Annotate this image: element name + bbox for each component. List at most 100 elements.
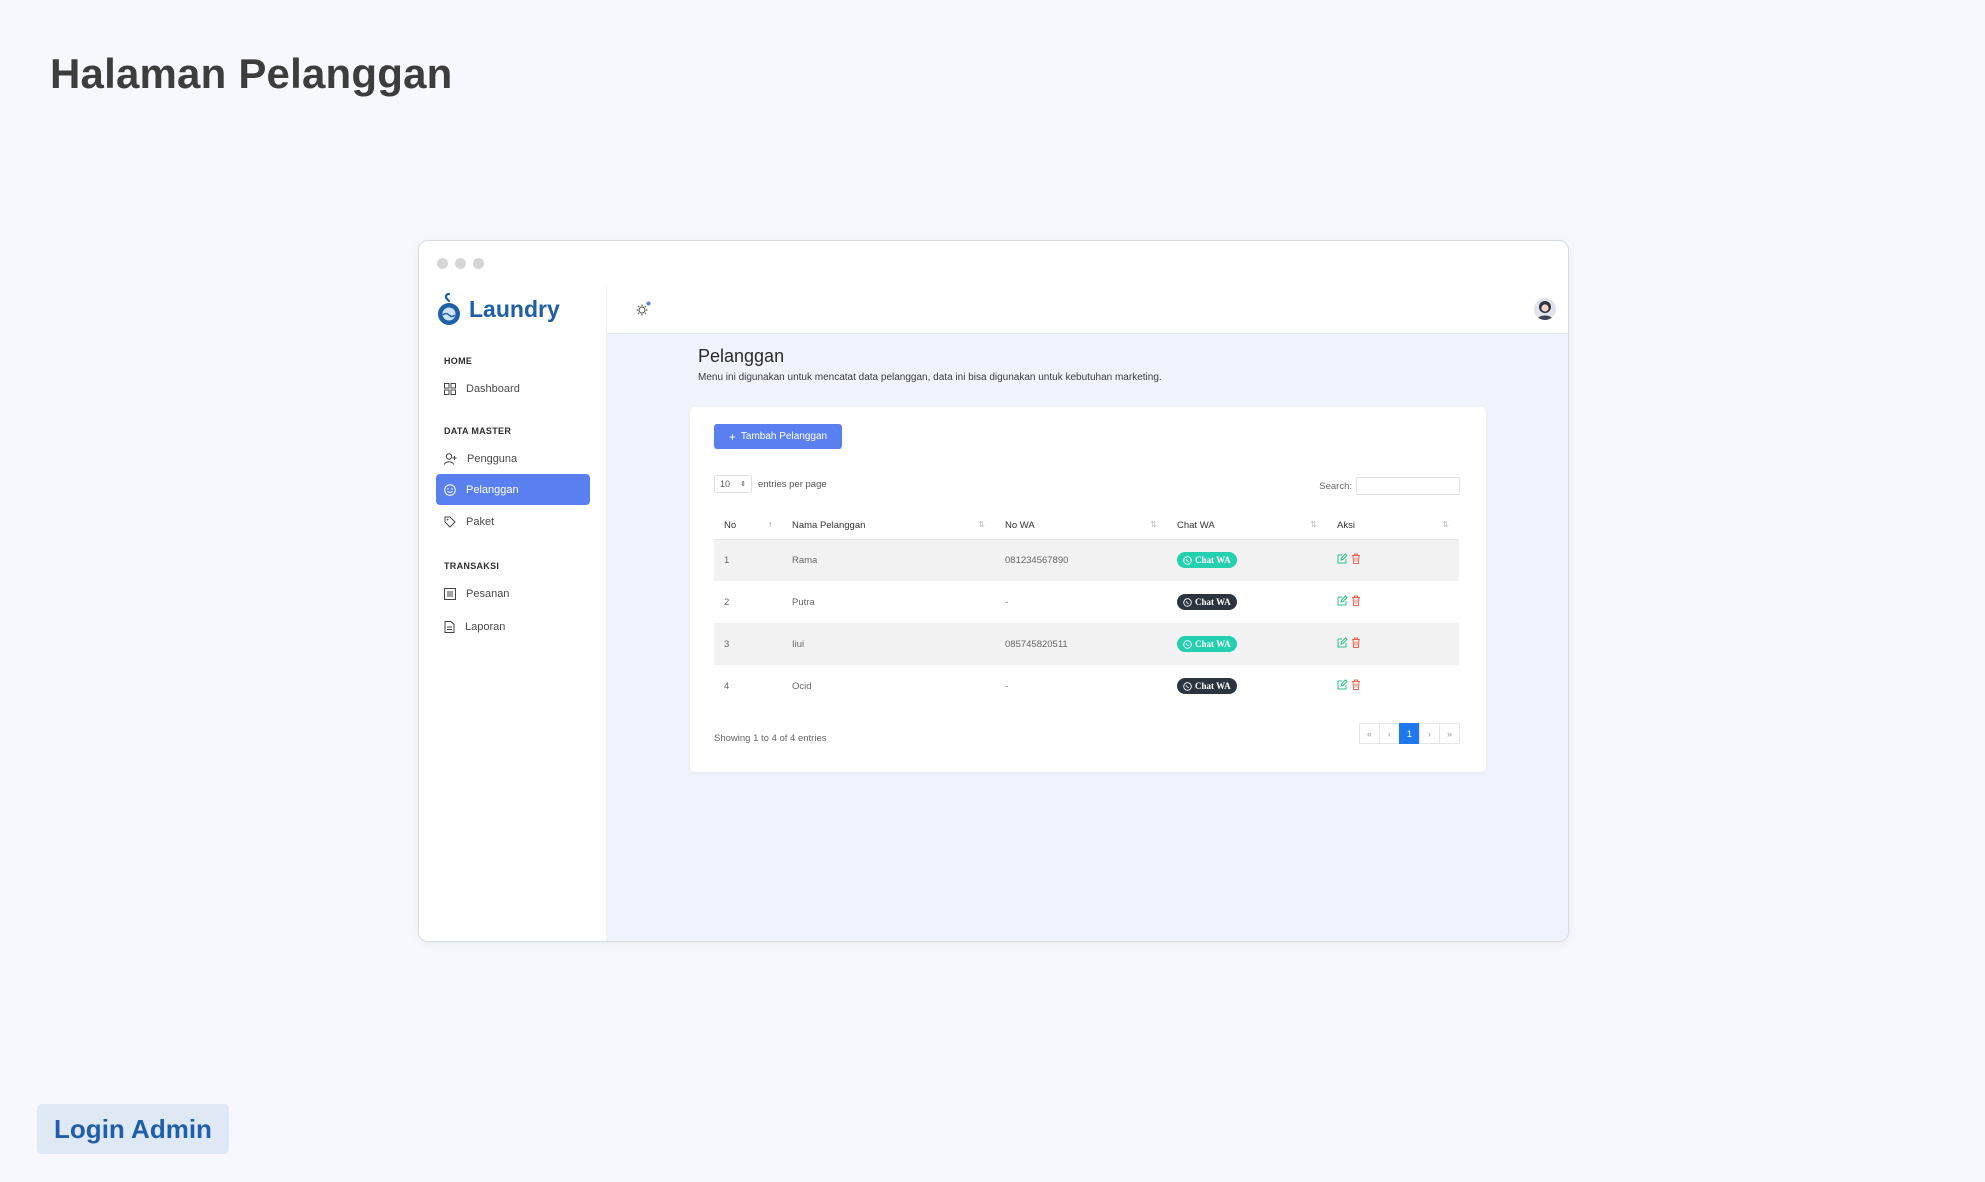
list-icon xyxy=(444,587,456,600)
topbar xyxy=(607,286,1568,334)
table-row: 3 Iiui 085745820511 Chat WA xyxy=(714,623,1459,665)
content-description: Menu ini digunakan untuk mencatat data p… xyxy=(698,372,1162,383)
customer-table-card: + Tambah Pelanggan 10 ⇕ entries per page… xyxy=(690,407,1486,772)
dashboard-grid-icon xyxy=(444,382,456,395)
sidebar-item-laporan[interactable]: Laporan xyxy=(436,611,590,642)
cell-no: 1 xyxy=(714,539,782,581)
sort-icon: ⇅ xyxy=(978,520,985,529)
window-minimize-dot[interactable] xyxy=(455,258,466,269)
pagination: « ‹ 1 › » xyxy=(1359,723,1460,744)
user-avatar[interactable] xyxy=(1534,298,1556,320)
sidebar: Laundry HOME Dashboard DATA MASTER Pengg… xyxy=(419,286,607,941)
laundry-logo-icon xyxy=(438,292,460,325)
content-title: Pelanggan xyxy=(698,346,785,366)
delete-trash-icon[interactable] xyxy=(1351,679,1361,690)
cell-name: Putra xyxy=(792,596,815,608)
entries-per-page-select[interactable]: 10 ⇕ xyxy=(714,475,752,493)
pagination-next[interactable]: › xyxy=(1419,723,1440,744)
column-header-no-wa[interactable]: No WA ⇅ xyxy=(995,512,1167,540)
cell-no: 2 xyxy=(724,596,730,608)
edit-icon[interactable] xyxy=(1337,553,1348,564)
sidebar-item-label: Dashboard xyxy=(466,382,520,395)
cell-name: Iiui xyxy=(782,623,995,665)
sidebar-item-label: Pengguna xyxy=(467,452,518,465)
login-admin-badge: Login Admin xyxy=(37,1104,229,1154)
delete-trash-icon[interactable] xyxy=(1351,595,1361,606)
sidebar-item-label: Pelanggan xyxy=(466,483,519,496)
search-label: Search: xyxy=(1319,480,1352,492)
cell-wa: 085745820511 xyxy=(995,623,1167,665)
sort-icon: ⇅ xyxy=(1150,520,1157,529)
window-close-dot[interactable] xyxy=(437,258,448,269)
delete-trash-icon[interactable] xyxy=(1351,637,1361,648)
main-content: Pelanggan Menu ini digunakan untuk menca… xyxy=(607,286,1568,941)
cell-no: 4 xyxy=(724,680,730,692)
add-customer-label: Tambah Pelanggan xyxy=(740,431,828,442)
browser-window: Laundry HOME Dashboard DATA MASTER Pengg… xyxy=(418,240,1569,942)
entries-select-value: 10 xyxy=(720,479,731,489)
cell-no: 3 xyxy=(714,623,782,665)
logo-text: Laundry xyxy=(469,295,560,322)
add-customer-button[interactable]: + Tambah Pelanggan xyxy=(714,424,842,449)
table-header-row: No ↑ Nama Pelanggan ⇅ No WA ⇅ Chat WA ⇅ Aksi… xyxy=(714,512,1459,540)
chat-wa-button[interactable]: Chat WA xyxy=(1177,636,1237,652)
customer-table: No ↑ Nama Pelanggan ⇅ No WA ⇅ Chat WA ⇅ Aksi… xyxy=(714,512,1459,707)
sidebar-item-pengguna[interactable]: Pengguna xyxy=(436,443,590,474)
window-maximize-dot[interactable] xyxy=(473,258,484,269)
sidebar-item-label: Pesanan xyxy=(466,587,510,600)
settings-gear-icon[interactable] xyxy=(635,301,651,317)
whatsapp-icon xyxy=(1183,556,1192,565)
search-control: Search: xyxy=(1319,477,1460,495)
sort-icon: ⇅ xyxy=(1442,520,1449,529)
whatsapp-icon xyxy=(1183,681,1192,691)
sidebar-item-label: Paket xyxy=(466,515,495,528)
edit-icon[interactable] xyxy=(1337,595,1348,606)
sidebar-item-pesanan[interactable]: Pesanan xyxy=(436,578,590,609)
table-row: 2 Putra - Chat WA xyxy=(714,581,1459,623)
pagination-last[interactable]: » xyxy=(1439,723,1460,744)
nav-section-transaksi: TRANSAKSI xyxy=(444,561,500,571)
smile-icon xyxy=(444,483,456,496)
cell-actions xyxy=(1327,581,1459,623)
cell-actions xyxy=(1327,539,1459,581)
edit-icon[interactable] xyxy=(1337,637,1348,648)
app-logo[interactable]: Laundry xyxy=(435,292,560,326)
cell-chat: Chat WA xyxy=(1167,623,1327,665)
sidebar-item-label: Laporan xyxy=(465,620,506,633)
plus-icon: + xyxy=(728,429,736,444)
column-header-aksi[interactable]: Aksi ⇅ xyxy=(1327,512,1459,540)
pagination-prev[interactable]: ‹ xyxy=(1379,723,1400,744)
column-header-no[interactable]: No ↑ xyxy=(714,512,782,540)
chat-wa-button[interactable]: Chat WA xyxy=(1177,552,1237,569)
cell-chat: Chat WA xyxy=(1167,665,1327,707)
cell-actions xyxy=(1327,665,1459,707)
whatsapp-icon xyxy=(1183,639,1192,649)
chat-wa-button[interactable]: Chat WA xyxy=(1177,594,1237,610)
edit-icon[interactable] xyxy=(1337,679,1348,690)
pagination-page-1[interactable]: 1 xyxy=(1399,723,1420,744)
column-header-nama[interactable]: Nama Pelanggan ⇅ xyxy=(782,512,995,540)
search-input[interactable] xyxy=(1356,477,1460,495)
table-row: 1 Rama 081234567890 Chat WA xyxy=(714,539,1459,581)
cell-wa: - xyxy=(1005,596,1009,608)
table-row: 4 Ocid - Chat WA xyxy=(714,665,1459,707)
sidebar-item-pelanggan[interactable]: Pelanggan xyxy=(436,474,590,505)
entries-control: 10 ⇕ entries per page xyxy=(714,475,827,493)
cell-wa: - xyxy=(1005,680,1009,692)
avatar-icon xyxy=(1537,301,1553,320)
sort-icon: ⇅ xyxy=(1310,520,1317,529)
select-arrows-icon: ⇕ xyxy=(740,481,746,488)
cell-chat: Chat WA xyxy=(1167,581,1327,623)
delete-trash-icon[interactable] xyxy=(1351,553,1361,565)
cell-name: Rama xyxy=(782,539,995,581)
sidebar-item-paket[interactable]: Paket xyxy=(436,506,590,537)
nav-section-data-master: DATA MASTER xyxy=(444,426,512,436)
sidebar-item-dashboard[interactable]: Dashboard xyxy=(436,373,590,404)
window-controls xyxy=(437,258,484,269)
column-header-chat-wa[interactable]: Chat WA ⇅ xyxy=(1167,512,1327,540)
cell-actions xyxy=(1327,623,1459,665)
chat-wa-button[interactable]: Chat WA xyxy=(1177,678,1237,694)
pagination-first[interactable]: « xyxy=(1359,723,1380,744)
user-add-icon xyxy=(444,452,457,465)
nav-section-home: HOME xyxy=(444,356,473,366)
